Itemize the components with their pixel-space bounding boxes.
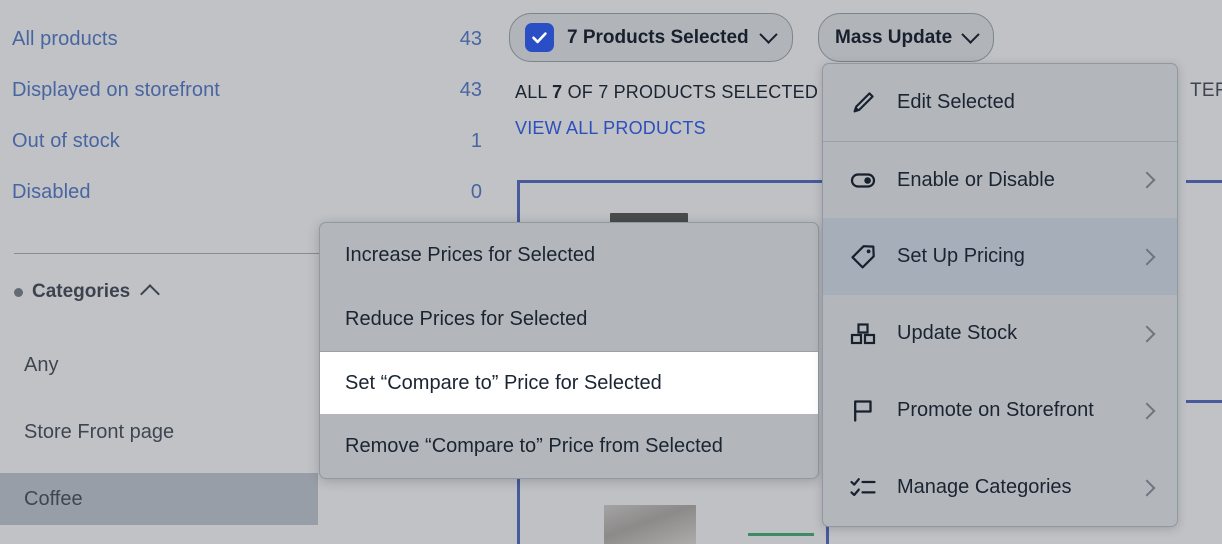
- bullet-icon: [14, 287, 23, 297]
- menu-item-promote-on-storefront[interactable]: Promote on Storefront: [823, 372, 1177, 449]
- chevron-up-icon[interactable]: [140, 284, 161, 304]
- chevron-down-icon[interactable]: [961, 25, 980, 44]
- menu-item-label: Enable or Disable: [897, 168, 1055, 191]
- submenu-item-label: Reduce Prices for Selected: [345, 307, 588, 330]
- menu-item-label: Promote on Storefront: [897, 399, 1094, 421]
- product-thumbnail: [604, 505, 696, 544]
- category-item-store-front-page[interactable]: Store Front page: [0, 406, 318, 458]
- submenu-item-set-compare-to-price[interactable]: Set “Compare to” Price for Selected: [320, 351, 818, 414]
- mass-update-button[interactable]: Mass Update: [818, 13, 995, 62]
- submenu-item-increase-prices[interactable]: Increase Prices for Selected: [320, 223, 818, 287]
- set-up-pricing-submenu: Increase Prices for Selected Reduce Pric…: [319, 222, 819, 479]
- price-tag-icon: [849, 243, 877, 271]
- sidebar-item-count: 0: [470, 180, 482, 203]
- category-item-label: Store Front page: [24, 420, 175, 443]
- checkbox-checked-icon[interactable]: [525, 23, 554, 52]
- products-selected-label: 7 Products Selected: [567, 26, 749, 48]
- status-suffix: OF 7 PRODUCTS SELECTED: [562, 82, 819, 102]
- mass-update-label: Mass Update: [835, 26, 953, 48]
- chevron-right-icon: [1138, 171, 1156, 189]
- submenu-item-label: Increase Prices for Selected: [345, 243, 596, 266]
- chevron-right-icon: [1138, 325, 1156, 342]
- chevron-right-icon: [1138, 402, 1156, 419]
- menu-item-manage-categories[interactable]: Manage Categories: [823, 449, 1177, 526]
- status-count: 7: [552, 82, 563, 102]
- menu-item-label: Edit Selected: [897, 91, 1015, 113]
- products-selected-button[interactable]: 7 Products Selected: [509, 13, 793, 62]
- checklist-icon: [849, 474, 877, 502]
- category-item-coffee[interactable]: Coffee: [0, 473, 318, 525]
- category-item-label: Coffee: [24, 487, 83, 510]
- menu-item-label: Manage Categories: [897, 476, 1072, 498]
- status-prefix: ALL: [515, 82, 553, 102]
- toggle-icon: [849, 166, 877, 194]
- product-card[interactable]: [1186, 400, 1222, 544]
- submenu-item-remove-compare-to-price[interactable]: Remove “Compare to” Price from Selected: [320, 414, 818, 478]
- chevron-right-icon: [1138, 479, 1156, 496]
- chevron-down-icon[interactable]: [758, 25, 778, 44]
- flag-icon: [849, 397, 877, 425]
- product-list-screen: All products 43 Displayed on storefront …: [0, 0, 1222, 544]
- pencil-icon: [849, 89, 877, 117]
- submenu-item-label: Set “Compare to” Price for Selected: [345, 371, 662, 394]
- product-accent-bar: [748, 533, 814, 536]
- chevron-right-icon: [1138, 248, 1156, 265]
- categories-heading-label: Categories: [32, 281, 131, 302]
- menu-item-label: Set Up Pricing: [897, 245, 1025, 267]
- sidebar-item-label: Disabled: [12, 180, 91, 203]
- sidebar-item-disabled[interactable]: Disabled 0: [12, 177, 482, 207]
- menu-item-label: Update Stock: [897, 322, 1018, 344]
- submenu-item-label: Remove “Compare to” Price from Selected: [345, 434, 723, 457]
- category-item-label: Any: [24, 353, 59, 376]
- categories-section-header[interactable]: Categories: [14, 281, 161, 304]
- menu-item-update-stock[interactable]: Update Stock: [823, 295, 1177, 372]
- submenu-item-reduce-prices[interactable]: Reduce Prices for Selected: [320, 287, 818, 351]
- menu-item-enable-or-disable[interactable]: Enable or Disable: [823, 141, 1177, 218]
- boxes-icon: [849, 320, 877, 348]
- mass-update-menu: Edit Selected Enable or Disable Set Up P…: [822, 63, 1178, 527]
- menu-item-edit-selected[interactable]: Edit Selected: [823, 64, 1177, 141]
- category-item-any[interactable]: Any: [0, 339, 318, 391]
- selection-status-text: ALL 7 OF 7 PRODUCTS SELECTED: [515, 82, 818, 103]
- view-all-products-link[interactable]: VIEW ALL PRODUCTS: [515, 118, 706, 139]
- menu-item-set-up-pricing[interactable]: Set Up Pricing: [823, 218, 1177, 295]
